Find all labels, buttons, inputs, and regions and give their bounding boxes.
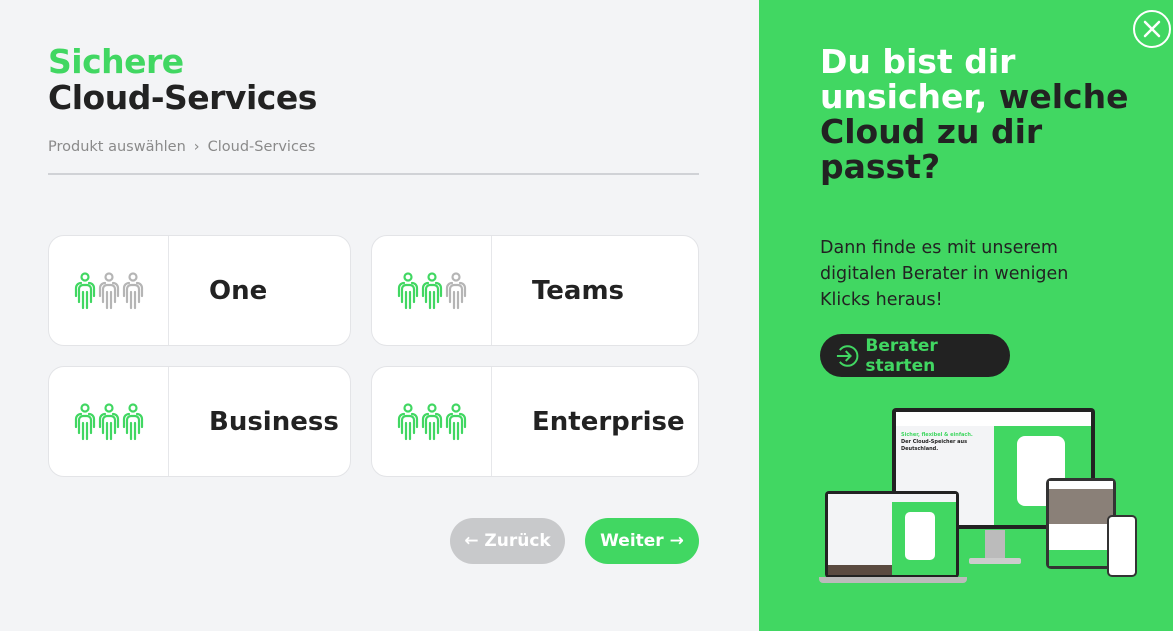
breadcrumb-item: Cloud-Services [207, 139, 316, 155]
person-inactive-icon [445, 271, 466, 309]
people-icons [372, 367, 492, 476]
next-button[interactable]: Weiter → [585, 518, 699, 564]
person-active-icon [397, 271, 418, 309]
product-card-business[interactable]: Business [48, 366, 351, 477]
person-active-icon [397, 402, 418, 440]
chevron-right-icon: › [193, 139, 200, 155]
product-card-teams[interactable]: Teams [371, 235, 699, 346]
product-label: Teams [532, 275, 625, 306]
close-icon [1143, 20, 1161, 38]
start-advisor-button[interactable]: Berater starten [820, 334, 1010, 377]
back-button[interactable]: ← Zurück [450, 518, 565, 564]
mockup-headline: Der Cloud-Speicher aus Deutschland. [901, 439, 968, 452]
product-selection-panel: Sichere Cloud-Services Produkt auswählen… [0, 0, 759, 631]
person-active-icon [421, 271, 442, 309]
breadcrumb: Produkt auswählen › Cloud-Services [48, 139, 315, 155]
person-active-icon [98, 402, 119, 440]
person-active-icon [74, 271, 95, 309]
product-label: Business [209, 406, 339, 437]
product-card-enterprise[interactable]: Enterprise [371, 366, 699, 477]
product-label: One [209, 275, 268, 306]
people-icons [372, 236, 492, 345]
divider [48, 173, 699, 175]
people-icons [49, 367, 169, 476]
close-button[interactable] [1133, 10, 1171, 48]
person-inactive-icon [98, 271, 119, 309]
product-card-one[interactable]: One [48, 235, 351, 346]
phone-mockup [1107, 515, 1137, 577]
person-active-icon [74, 402, 95, 440]
panel-text: Dann finde es mit unserem digitalen Bera… [820, 238, 1069, 310]
person-active-icon [445, 402, 466, 440]
title-white: Du bist dir unsicher, [820, 42, 1016, 116]
laptop-mockup [825, 491, 959, 578]
page-title: Sichere Cloud-Services [48, 44, 317, 116]
breadcrumb-item[interactable]: Produkt auswählen [48, 139, 186, 155]
person-active-icon [421, 402, 442, 440]
product-label: Enterprise [532, 406, 685, 437]
people-icons [49, 236, 169, 345]
advisor-panel: Du bist dir unsicher, welche Cloud zu di… [759, 0, 1173, 631]
title-green: Sichere [48, 42, 184, 81]
tablet-mockup [1046, 478, 1116, 569]
person-active-icon [122, 402, 143, 440]
panel-title: Du bist dir unsicher, welche Cloud zu di… [820, 44, 1150, 184]
mockup-headline-green: Sicher, flexibel & einfach. [901, 432, 973, 438]
person-inactive-icon [122, 271, 143, 309]
title-dark: Cloud-Services [48, 78, 317, 117]
sign-in-arrow-icon [836, 344, 859, 367]
cta-label: Berater starten [865, 335, 938, 376]
